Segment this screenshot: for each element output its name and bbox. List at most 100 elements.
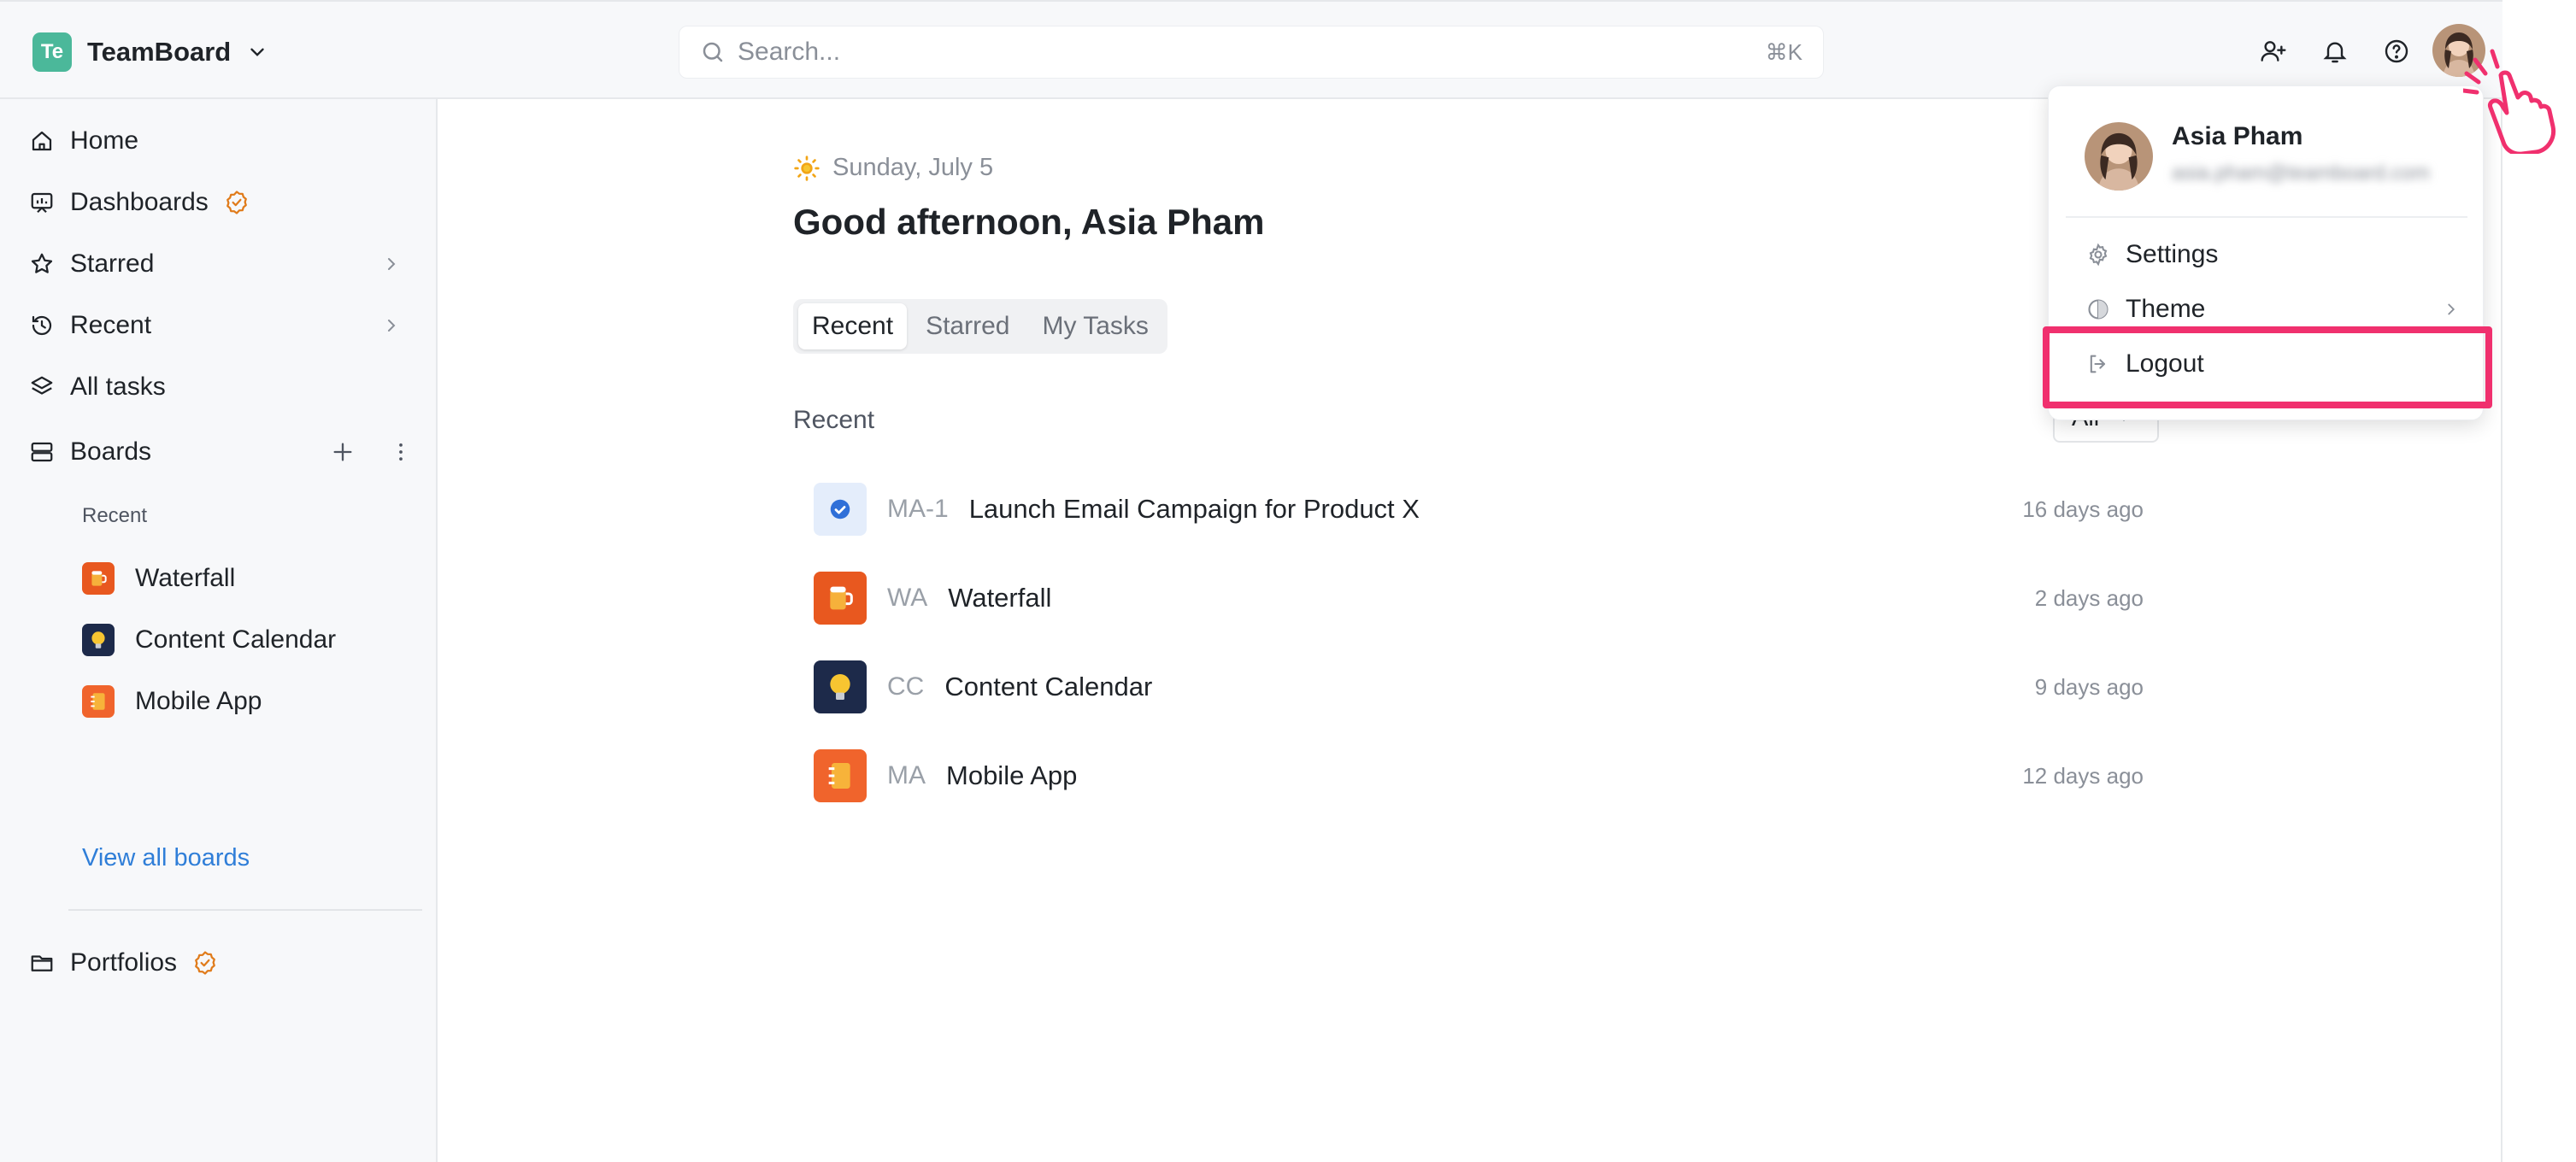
- list-item[interactable]: WA Waterfall 2 days ago: [793, 560, 2144, 636]
- menu-item-label: Theme: [2126, 295, 2206, 323]
- workspace-badge: Te: [32, 32, 72, 72]
- menu-item-logout[interactable]: Logout: [2066, 339, 2467, 389]
- tab-my-tasks[interactable]: My Tasks: [1028, 303, 1162, 349]
- sidebar-item-dashboards[interactable]: Dashboards: [29, 181, 250, 224]
- sidebar-item-label: Portfolios: [70, 948, 178, 977]
- boards-more-button[interactable]: [386, 437, 415, 467]
- user-avatar: [2085, 122, 2153, 191]
- item-title: Content Calendar: [944, 672, 1153, 701]
- more-vertical-icon: [399, 443, 403, 461]
- notebook-icon: [82, 685, 115, 718]
- boards-actions: [328, 437, 415, 467]
- tab-recent[interactable]: Recent: [798, 303, 908, 349]
- sidebar-board-waterfall[interactable]: Waterfall: [82, 557, 235, 600]
- verified-badge-icon: [195, 951, 215, 975]
- item-time: 12 days ago: [2022, 762, 2144, 789]
- section-title: Recent: [793, 406, 875, 434]
- item-key: MA-1: [887, 495, 949, 523]
- user-name: Asia Pham: [2172, 122, 2303, 150]
- sidebar-board-label: Mobile App: [135, 687, 262, 715]
- sidebar-item-label: All tasks: [70, 373, 166, 401]
- chevron-right-icon: [2448, 303, 2455, 315]
- gear-icon: [2089, 243, 2108, 267]
- item-time: 9 days ago: [2034, 673, 2144, 700]
- add-board-button[interactable]: [328, 437, 357, 467]
- dashboard-icon: [31, 192, 53, 214]
- sidebar-item-label: Starred: [70, 249, 155, 278]
- sidebar-item-all-tasks[interactable]: All tasks: [29, 366, 166, 408]
- layers-icon: [31, 376, 53, 395]
- item-key: WA: [887, 584, 928, 612]
- sidebar-board-content-calendar[interactable]: Content Calendar: [82, 619, 336, 661]
- item-title: Waterfall: [948, 583, 1052, 613]
- history-icon: [32, 315, 52, 336]
- top-bar: Te TeamBoard ⌘K: [0, 0, 2502, 99]
- date-row: Sunday, July 5: [793, 154, 993, 182]
- sidebar-item-home[interactable]: Home: [29, 120, 138, 162]
- sidebar-divider: [68, 909, 422, 911]
- view-all-boards-link[interactable]: View all boards: [82, 844, 250, 872]
- sun-icon: [794, 155, 820, 181]
- item-key: CC: [887, 672, 925, 701]
- boards-icon: [31, 442, 53, 462]
- task-check-icon: [814, 483, 867, 536]
- user-email: asia.pham@teamboard.com: [2172, 161, 2430, 185]
- verified-badge-icon: [226, 191, 247, 214]
- light-bulb-icon: [82, 624, 115, 656]
- list-item[interactable]: MA-1 Launch Email Campaign for Product X…: [793, 472, 2144, 547]
- sidebar-board-label: Content Calendar: [135, 625, 337, 654]
- user-menu: Asia Pham asia.pham@teamboard.com Settin…: [2048, 85, 2484, 420]
- item-time: 2 days ago: [2034, 584, 2144, 611]
- notebook-icon: [814, 749, 867, 802]
- sidebar-item-starred[interactable]: Starred: [29, 243, 154, 285]
- help-icon[interactable]: [2379, 34, 2414, 68]
- app-window: Te TeamBoard ⌘K Home Dashboards: [0, 0, 2502, 1162]
- folder-icon: [31, 955, 53, 971]
- sidebar-item-recent[interactable]: Recent: [29, 304, 151, 347]
- menu-item-theme[interactable]: Theme: [2066, 285, 2467, 334]
- list-item[interactable]: CC Content Calendar 9 days ago: [793, 649, 2144, 725]
- sidebar-item-label: Home: [70, 126, 139, 155]
- sidebar-item-boards[interactable]: Boards: [29, 431, 151, 473]
- page-title: Good afternoon, Asia Pham: [793, 202, 1265, 242]
- item-time: 16 days ago: [2022, 496, 2144, 522]
- workspace-switcher[interactable]: Te TeamBoard: [32, 32, 268, 72]
- sidebar: Home Dashboards Starred Recent All tasks…: [0, 99, 438, 1162]
- sidebar-item-portfolios[interactable]: Portfolios: [29, 942, 218, 984]
- sidebar-item-label: Dashboards: [70, 188, 209, 216]
- star-icon: [31, 253, 53, 273]
- search-input[interactable]: [738, 38, 1766, 67]
- list-item[interactable]: MA Mobile App 12 days ago: [793, 738, 2144, 813]
- bell-icon[interactable]: [2318, 34, 2352, 68]
- chevron-right-icon[interactable]: [381, 254, 402, 274]
- chevron-right-icon[interactable]: [381, 315, 402, 336]
- menu-divider: [2066, 216, 2467, 218]
- item-title: Mobile App: [946, 760, 1078, 790]
- light-bulb-icon: [814, 660, 867, 713]
- search-shortcut: ⌘K: [1765, 38, 1803, 65]
- chevron-down-icon: [250, 48, 264, 56]
- current-date: Sunday, July 5: [832, 154, 994, 181]
- menu-item-label: Logout: [2126, 349, 2204, 378]
- sidebar-board-label: Waterfall: [135, 564, 236, 592]
- home-icon: [32, 131, 52, 151]
- item-title: Launch Email Campaign for Product X: [968, 494, 1420, 524]
- beer-mug-icon: [814, 572, 867, 625]
- plus-icon: [333, 443, 352, 461]
- add-user-icon[interactable]: [2256, 34, 2291, 68]
- search-icon: [703, 42, 723, 62]
- hand-pointer-icon: [2463, 49, 2556, 154]
- tab-starred[interactable]: Starred: [912, 303, 1023, 349]
- logout-icon: [2090, 355, 2106, 373]
- sidebar-board-mobile-app[interactable]: Mobile App: [82, 680, 262, 723]
- menu-item-label: Settings: [2126, 240, 2219, 268]
- sidebar-item-label: Recent: [70, 311, 152, 339]
- sidebar-recent-label: Recent: [82, 504, 148, 527]
- page-margin: [2502, 0, 2576, 1162]
- search-bar[interactable]: ⌘K: [679, 26, 1824, 79]
- item-key: MA: [887, 761, 926, 789]
- workspace-name: TeamBoard: [87, 37, 232, 67]
- menu-item-settings[interactable]: Settings: [2066, 230, 2467, 279]
- theme-icon: [2088, 299, 2108, 320]
- home-tabs: Recent Starred My Tasks: [793, 299, 1167, 354]
